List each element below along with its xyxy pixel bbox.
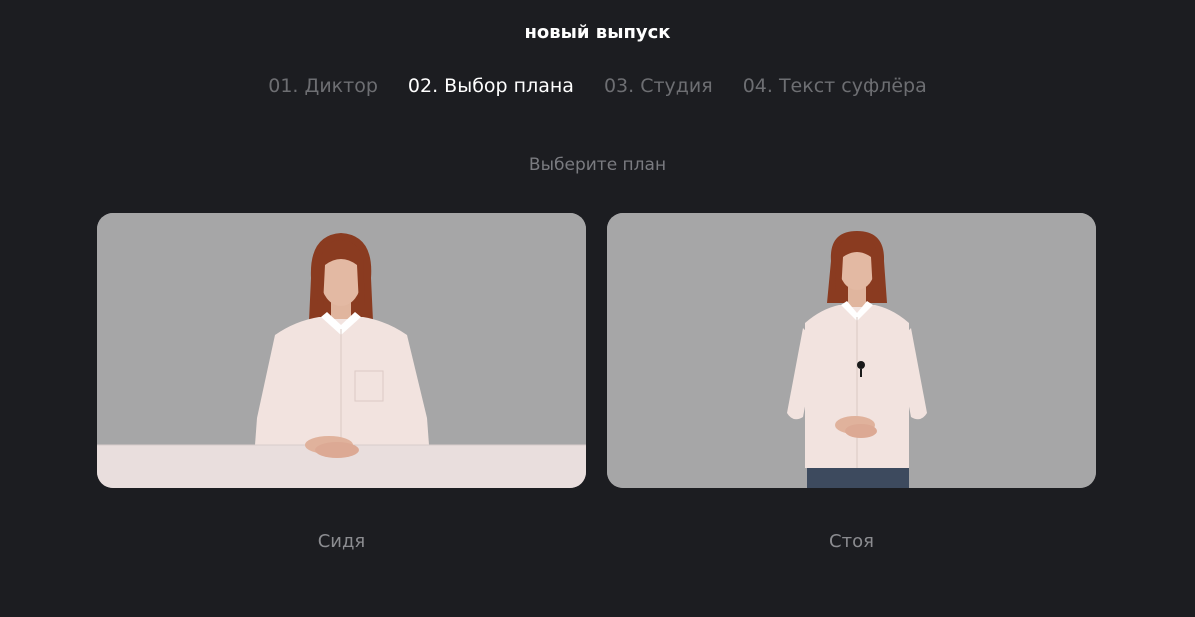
plan-label-standing: Стоя: [829, 531, 874, 552]
select-plan-prompt: Выберите план: [528, 155, 667, 175]
presenter-standing-image: [607, 213, 1096, 488]
step-presenter[interactable]: 01. Диктор: [268, 75, 378, 97]
steps-nav: 01. Диктор 02. Выбор плана 03. Студия 04…: [0, 75, 1195, 97]
plan-label-sitting: Сидя: [317, 531, 366, 552]
presenter-sitting-image: [97, 213, 586, 488]
plan-card-sitting[interactable]: [97, 213, 586, 488]
plan-card-standing[interactable]: [607, 213, 1096, 488]
step-plan-selection[interactable]: 02. Выбор плана: [408, 75, 574, 97]
step-teleprompter-text[interactable]: 04. Текст суфлёра: [743, 75, 927, 97]
step-studio[interactable]: 03. Студия: [604, 75, 713, 97]
page-title: новый выпуск: [524, 22, 671, 43]
